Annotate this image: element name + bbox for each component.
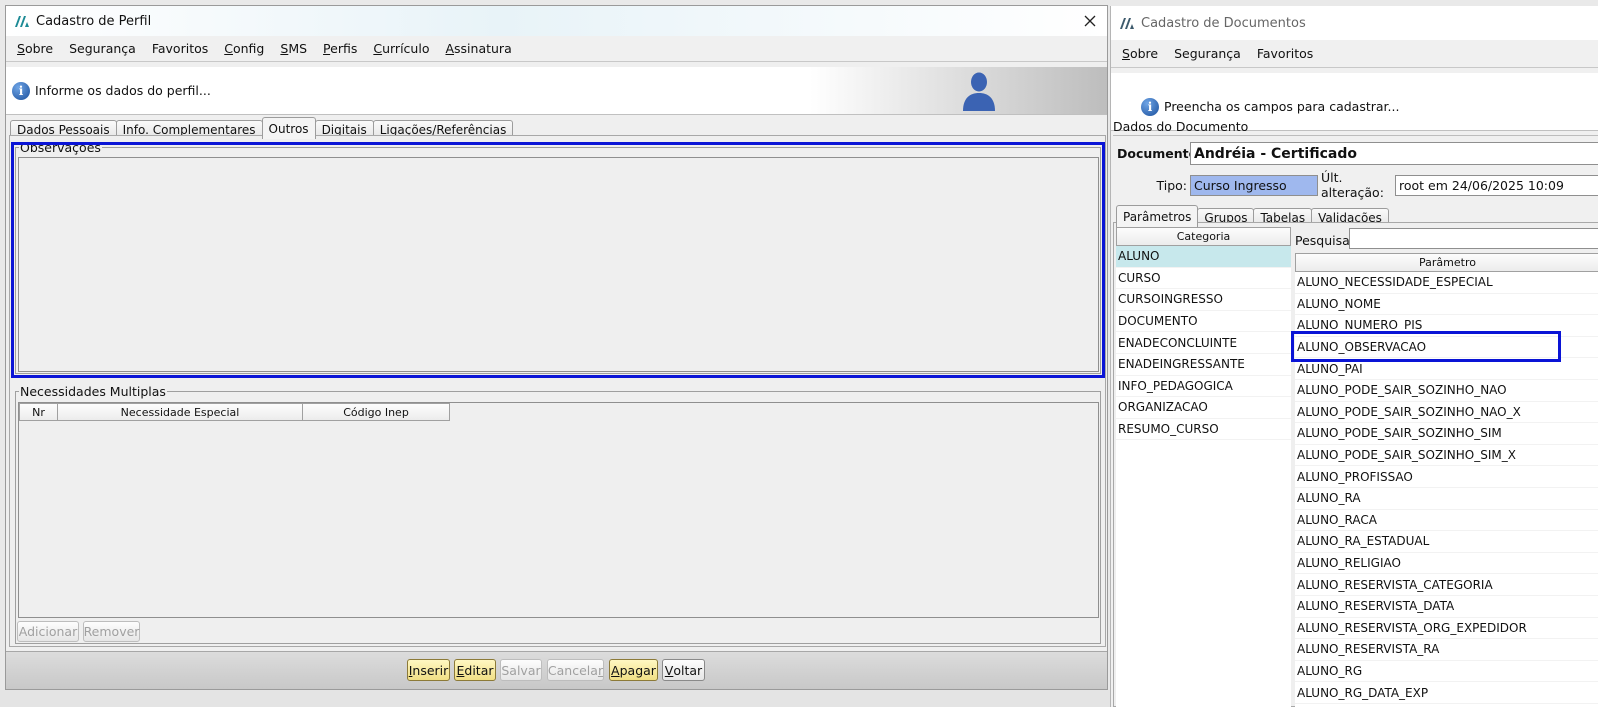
- menu-favoritos[interactable]: Favoritos: [1249, 46, 1321, 61]
- apagar-button[interactable]: Apagar: [609, 659, 658, 681]
- necessidades-table[interactable]: Nr Necessidade Especial Código Inep: [18, 402, 1099, 618]
- window-title: Cadastro de Documentos: [1141, 15, 1306, 31]
- app-logo-icon: [15, 16, 29, 27]
- parametro-item[interactable]: ALUNO_RA_ESTADUAL: [1295, 531, 1598, 553]
- action-bar: Inserir Editar Salvar Cancela r Apagar Vo…: [6, 651, 1107, 689]
- alteracao-field[interactable]: root em 24/06/2025 10:09: [1395, 174, 1598, 196]
- pesquisar-input[interactable]: [1349, 228, 1598, 249]
- info-icon: i: [12, 81, 30, 100]
- col-nr[interactable]: Nr: [19, 403, 58, 421]
- documento-label: Documento:: [1117, 146, 1203, 161]
- titlebar[interactable]: Cadastro de Perfil: [6, 6, 1107, 36]
- adicionar-button[interactable]: Adicionar: [17, 621, 79, 642]
- parametro-list[interactable]: Parâmetro ALUNO_NECESSIDADE_ESPECIAL ALUN…: [1295, 253, 1598, 707]
- categoria-item[interactable]: DOCUMENTO: [1116, 311, 1291, 333]
- parametro-item[interactable]: ALUNO_RELIGIAO: [1295, 553, 1598, 575]
- banner-text: Preencha os campos para cadastrar...: [1164, 99, 1400, 114]
- user-avatar-icon: [963, 72, 995, 111]
- parametro-item[interactable]: ALUNO_RESERVISTA_DATA: [1295, 596, 1598, 618]
- menu-config[interactable]: Config: [216, 41, 272, 56]
- menu-seguranca[interactable]: Segurança: [1166, 46, 1249, 61]
- alteracao-label: Últ. alteração:: [1321, 170, 1384, 200]
- menu-assinatura[interactable]: Assinatura: [437, 41, 519, 56]
- parametro-item[interactable]: ALUNO_PROFISSAO: [1295, 466, 1598, 488]
- documento-field[interactable]: Andréia - Certificado: [1190, 142, 1598, 165]
- observacoes-legend: Observações: [20, 140, 101, 155]
- parametro-item[interactable]: ALUNO_RESERVISTA_ORG_EXPEDIDOR: [1295, 618, 1598, 640]
- parametro-item[interactable]: ALUNO_PODE_SAIR_SOZINHO_SIM_X: [1295, 445, 1598, 467]
- dados-documento-section: Dados do Documento: [1113, 119, 1598, 136]
- window-title: Cadastro de Perfil: [36, 13, 152, 29]
- info-icon: i: [1141, 97, 1159, 116]
- categoria-item[interactable]: INFO_PEDAGOGICA: [1116, 376, 1291, 398]
- tab-panel-outros: Observações Necessidades Multiplas Nr Ne…: [9, 135, 1106, 647]
- menu-curriculo[interactable]: Currículo: [365, 41, 437, 56]
- parametro-item[interactable]: ALUNO_PODE_SAIR_SOZINHO_NAO: [1295, 380, 1598, 402]
- inserir-button[interactable]: Inserir: [407, 659, 450, 681]
- categoria-item[interactable]: ENADEINGRESSANTE: [1116, 354, 1291, 376]
- menu-sobre[interactable]: Sobre: [1114, 46, 1166, 61]
- cancelar-button[interactable]: Cancela r: [547, 659, 604, 681]
- salvar-button[interactable]: Salvar: [500, 659, 542, 681]
- categoria-item[interactable]: ENADECONCLUINTE: [1116, 332, 1291, 354]
- remover-button[interactable]: Remover: [83, 621, 140, 642]
- cadastro-documentos-window: Cadastro de Documentos Sobre Segurança Fav…: [1110, 6, 1598, 707]
- parametro-item[interactable]: ALUNO_RESERVISTA_CATEGORIA: [1295, 574, 1598, 596]
- parametro-item[interactable]: ALUNO_NECESSIDADE_ESPECIAL: [1295, 272, 1598, 294]
- observacoes-textarea[interactable]: [18, 157, 1099, 372]
- menu-sobre[interactable]: Sobre: [9, 41, 61, 56]
- categoria-list[interactable]: Categoria ALUNO CURSO CURSOINGRESSO DOCUMEN…: [1116, 227, 1291, 707]
- parametro-header[interactable]: Parâmetro: [1295, 253, 1598, 272]
- close-icon: [1084, 15, 1096, 27]
- categoria-item[interactable]: CURSO: [1116, 268, 1291, 290]
- cadastro-perfil-window: Cadastro de Perfil Sobre Segurança Favorit…: [5, 5, 1108, 690]
- parametro-item[interactable]: ALUNO_RG: [1295, 661, 1598, 683]
- tab-panel-parametros: Categoria ALUNO CURSO CURSOINGRESSO DOCUMEN…: [1113, 222, 1598, 707]
- menubar: Sobre Segurança Favoritos Config SMS Perfis Cu…: [6, 36, 1107, 62]
- categoria-item[interactable]: ORGANIZACAO: [1116, 397, 1291, 419]
- categoria-item[interactable]: CURSOINGRESSO: [1116, 289, 1291, 311]
- menu-seguranca[interactable]: Segurança: [61, 41, 144, 56]
- titlebar-documentos[interactable]: Cadastro de Documentos: [1111, 6, 1598, 40]
- menubar-documentos: Sobre Segurança Favoritos: [1111, 40, 1598, 68]
- necessidades-legend: Necessidades Multiplas: [20, 384, 166, 399]
- section-title: Dados do Documento: [1113, 119, 1598, 136]
- voltar-button[interactable]: Voltar: [662, 659, 705, 681]
- parametro-item[interactable]: ALUNO_PODE_SAIR_SOZINHO_SIM: [1295, 423, 1598, 445]
- parametro-item[interactable]: ALUNO_NUMERO_PIS: [1295, 315, 1598, 337]
- categoria-item[interactable]: RESUMO_CURSO: [1116, 419, 1291, 441]
- categoria-item[interactable]: ALUNO: [1116, 246, 1291, 268]
- banner-text: Informe os dados do perfil...: [35, 83, 211, 98]
- tipo-label: Tipo:: [1156, 177, 1187, 193]
- parametro-item[interactable]: ALUNO_RA: [1295, 488, 1598, 510]
- parametro-item[interactable]: ALUNO_PAI: [1295, 358, 1598, 380]
- col-codigo-inep[interactable]: Código Inep: [303, 403, 450, 421]
- col-necessidade-especial[interactable]: Necessidade Especial: [58, 403, 303, 421]
- app-logo-icon: [1120, 18, 1134, 29]
- menu-favoritos[interactable]: Favoritos: [144, 41, 216, 56]
- parametro-item[interactable]: ALUNO_PODE_SAIR_SOZINHO_NAO_X: [1295, 402, 1598, 424]
- menu-perfis[interactable]: Perfis: [315, 41, 365, 56]
- parametro-item[interactable]: ALUNO_NOME: [1295, 294, 1598, 316]
- necessidades-table-header: Nr Necessidade Especial Código Inep: [19, 403, 1098, 421]
- background-statusbar: [0, 690, 1110, 707]
- parametro-item[interactable]: ALUNO_RACA: [1295, 510, 1598, 532]
- menu-sms[interactable]: SMS: [272, 41, 315, 56]
- parametro-item[interactable]: ALUNO_RG_DATA_EXP: [1295, 682, 1598, 704]
- tab-outros[interactable]: Outros: [261, 117, 316, 139]
- parametro-item[interactable]: ALUNO_RESERVISTA_RA: [1295, 639, 1598, 661]
- editar-button[interactable]: Editar: [454, 659, 496, 681]
- info-banner: i Informe os dados do perfil...: [6, 67, 1107, 115]
- tab-parametros[interactable]: Parâmetros: [1116, 205, 1199, 227]
- close-button[interactable]: [1079, 10, 1101, 32]
- categoria-header[interactable]: Categoria: [1116, 227, 1291, 246]
- tipo-field[interactable]: Curso Ingresso: [1190, 174, 1318, 196]
- parametro-item[interactable]: ALUNO_OBSERVACAO: [1295, 337, 1598, 359]
